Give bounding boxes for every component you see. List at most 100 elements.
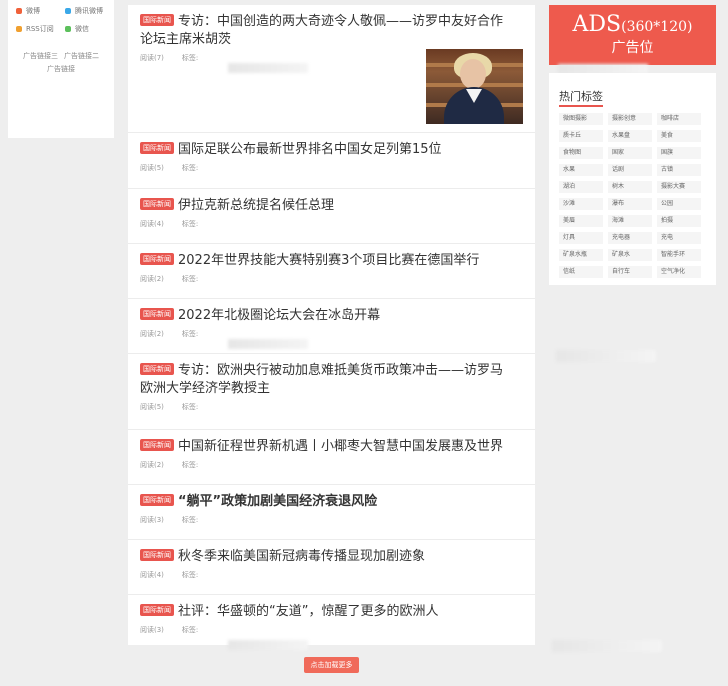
social-link-wechat[interactable]: 微信 bbox=[65, 24, 114, 34]
tags-label: 标签: bbox=[181, 571, 199, 579]
ad-subtitle: 广告位 bbox=[611, 40, 654, 56]
tag-item[interactable]: 矿泉水 bbox=[608, 249, 652, 261]
blurred-watermark bbox=[228, 63, 308, 73]
article-thumbnail[interactable] bbox=[426, 49, 523, 124]
tags-label: 标签: bbox=[181, 626, 199, 634]
article-title[interactable]: 2022年北极圈论坛大会在冰岛开幕 bbox=[178, 308, 380, 323]
tag-item[interactable]: 充电器 bbox=[608, 232, 652, 244]
ad-title: ADS bbox=[572, 12, 622, 37]
list-item[interactable]: 国际新闻 社评：华盛顿的“友道”，惊醒了更多的欧洲人 阅读(3) 标签: bbox=[128, 595, 535, 645]
tag-item[interactable]: 灯具 bbox=[559, 232, 603, 244]
tag-item[interactable]: 食物图 bbox=[559, 147, 603, 159]
article-title[interactable]: 专访：中国创造的两大奇迹令人敬佩——访罗中友好合作论坛主席米胡茨 bbox=[140, 14, 503, 47]
list-item[interactable]: 国际新闻 秋冬季来临美国新冠病毒传播显现加剧迹象 阅读(4) 标签: bbox=[128, 540, 535, 595]
tag-item[interactable]: 信纸 bbox=[559, 266, 603, 278]
tags-label: 标签: bbox=[181, 461, 199, 469]
article-title[interactable]: 2022年世界技能大赛特别赛3个项目比赛在德国举行 bbox=[178, 253, 479, 268]
tag-item[interactable]: 湖泊 bbox=[559, 181, 603, 193]
article-title[interactable]: “躺平”政策加剧美国经济衰退风险 bbox=[178, 494, 377, 509]
tencent-weibo-icon bbox=[65, 8, 71, 14]
ad-link[interactable]: 广告链接三 bbox=[23, 52, 58, 60]
category-badge[interactable]: 国际新闻 bbox=[140, 253, 174, 265]
tag-item[interactable]: 树木 bbox=[608, 181, 652, 193]
left-sidebar: 微博 腾讯微博 RSS订阅 微信 广告链接三 广告链接二 广告链接 bbox=[8, 0, 114, 138]
tag-item[interactable]: 美食 bbox=[657, 130, 701, 142]
tags-label: 标签: bbox=[181, 403, 199, 411]
ad-banner[interactable]: ADS(360*120) 广告位 bbox=[549, 5, 716, 65]
tag-item[interactable]: 瀑布 bbox=[608, 198, 652, 210]
list-item[interactable]: 国际新闻 伊拉克新总统提名候任总理 阅读(4) 标签: bbox=[128, 189, 535, 244]
social-links: 微博 腾讯微博 RSS订阅 微信 bbox=[8, 0, 114, 34]
tag-item[interactable]: 充电 bbox=[657, 232, 701, 244]
category-badge[interactable]: 国际新闻 bbox=[140, 439, 174, 451]
article-title[interactable]: 社评：华盛顿的“友道”，惊醒了更多的欧洲人 bbox=[178, 604, 438, 619]
article-title[interactable]: 秋冬季来临美国新冠病毒传播显现加剧迹象 bbox=[178, 549, 425, 564]
tag-item[interactable]: 水果 bbox=[559, 164, 603, 176]
tags-label: 标签: bbox=[181, 516, 199, 524]
social-label: 微博 bbox=[26, 7, 40, 15]
list-item[interactable]: 国际新闻 2022年北极圈论坛大会在冰岛开幕 阅读(2) 标签: bbox=[128, 299, 535, 354]
tag-item[interactable]: 摄影创意 bbox=[608, 113, 652, 125]
tag-item[interactable]: 国家 bbox=[608, 147, 652, 159]
tag-item[interactable]: 微图摄影 bbox=[559, 113, 603, 125]
tag-item[interactable]: 质卡丘 bbox=[559, 130, 603, 142]
category-badge[interactable]: 国际新闻 bbox=[140, 363, 174, 375]
tag-item[interactable]: 海滩 bbox=[608, 215, 652, 227]
tags-label: 标签: bbox=[181, 275, 199, 283]
social-label: 微信 bbox=[75, 25, 89, 33]
article-title[interactable]: 专访：欧洲央行被动加息难抵美货币政策冲击——访罗马欧洲大学经济学教授主 bbox=[140, 363, 503, 396]
list-item[interactable]: 国际新闻 专访：中国创造的两大奇迹令人敬佩——访罗中友好合作论坛主席米胡茨 阅读(… bbox=[128, 5, 535, 133]
ad-link[interactable]: 广告链接 bbox=[47, 65, 75, 73]
category-badge[interactable]: 国际新闻 bbox=[140, 198, 174, 210]
view-count: 阅读(2) bbox=[140, 275, 164, 283]
article-title[interactable]: 伊拉克新总统提名候任总理 bbox=[178, 198, 334, 213]
view-count: 阅读(4) bbox=[140, 220, 164, 228]
view-count: 阅读(2) bbox=[140, 461, 164, 469]
tag-item[interactable]: 智能手环 bbox=[657, 249, 701, 261]
tags-label: 标签: bbox=[181, 54, 199, 62]
article-title[interactable]: 中国新征程世界新机遇丨小椰枣大智慧中国发展惠及世界 bbox=[178, 439, 503, 454]
tag-item[interactable]: 拍摄 bbox=[657, 215, 701, 227]
list-item[interactable]: 国际新闻 专访：欧洲央行被动加息难抵美货币政策冲击——访罗马欧洲大学经济学教授主 … bbox=[128, 354, 535, 430]
view-count: 阅读(5) bbox=[140, 403, 164, 411]
ad-dimensions: (360*120) bbox=[621, 19, 693, 35]
tag-item[interactable]: 矿泉水瓶 bbox=[559, 249, 603, 261]
blurred-watermark bbox=[552, 640, 662, 652]
load-more-button[interactable]: 点击加载更多 bbox=[304, 657, 359, 673]
social-label: RSS订阅 bbox=[26, 25, 54, 33]
category-badge[interactable]: 国际新闻 bbox=[140, 14, 174, 26]
article-list: 国际新闻 专访：中国创造的两大奇迹令人敬佩——访罗中友好合作论坛主席米胡茨 阅读(… bbox=[128, 5, 535, 645]
tag-item[interactable]: 公园 bbox=[657, 198, 701, 210]
article-title[interactable]: 国际足联公布最新世界排名中国女足列第15位 bbox=[178, 142, 442, 157]
list-item[interactable]: 国际新闻 国际足联公布最新世界排名中国女足列第15位 阅读(5) 标签: bbox=[128, 133, 535, 189]
view-count: 阅读(5) bbox=[140, 164, 164, 172]
social-link-weibo[interactable]: 微博 bbox=[16, 6, 65, 16]
category-badge[interactable]: 国际新闻 bbox=[140, 494, 174, 506]
tag-item[interactable]: 话剧 bbox=[608, 164, 652, 176]
social-link-rss[interactable]: RSS订阅 bbox=[16, 24, 65, 34]
list-item[interactable]: 国际新闻 2022年世界技能大赛特别赛3个项目比赛在德国举行 阅读(2) 标签: bbox=[128, 244, 535, 299]
view-count: 阅读(3) bbox=[140, 516, 164, 524]
tag-item[interactable]: 国旗 bbox=[657, 147, 701, 159]
tag-item[interactable]: 沙滩 bbox=[559, 198, 603, 210]
tag-item[interactable]: 空气净化 bbox=[657, 266, 701, 278]
category-badge[interactable]: 国际新闻 bbox=[140, 308, 174, 320]
hot-tags-grid: 微图摄影 摄影创意 咖啡店 质卡丘 水果盘 美食 食物图 国家 国旗 水果 话剧… bbox=[559, 113, 706, 278]
category-badge[interactable]: 国际新闻 bbox=[140, 142, 174, 154]
blurred-watermark bbox=[228, 339, 308, 349]
tag-item[interactable]: 自行车 bbox=[608, 266, 652, 278]
tags-label: 标签: bbox=[181, 330, 199, 338]
hot-tags-panel: 热门标签 微图摄影 摄影创意 咖啡店 质卡丘 水果盘 美食 食物图 国家 国旗 … bbox=[549, 73, 716, 285]
hot-tags-title: 热门标签 bbox=[559, 88, 603, 107]
social-link-tencent-weibo[interactable]: 腾讯微博 bbox=[65, 6, 114, 16]
tag-item[interactable]: 美眉 bbox=[559, 215, 603, 227]
list-item[interactable]: 国际新闻 “躺平”政策加剧美国经济衰退风险 阅读(3) 标签: bbox=[128, 485, 535, 540]
list-item[interactable]: 国际新闻 中国新征程世界新机遇丨小椰枣大智慧中国发展惠及世界 阅读(2) 标签: bbox=[128, 430, 535, 485]
tag-item[interactable]: 摄影大赛 bbox=[657, 181, 701, 193]
category-badge[interactable]: 国际新闻 bbox=[140, 604, 174, 616]
tag-item[interactable]: 古镇 bbox=[657, 164, 701, 176]
tag-item[interactable]: 水果盘 bbox=[608, 130, 652, 142]
category-badge[interactable]: 国际新闻 bbox=[140, 549, 174, 561]
ad-link[interactable]: 广告链接二 bbox=[64, 52, 99, 60]
tag-item[interactable]: 咖啡店 bbox=[657, 113, 701, 125]
